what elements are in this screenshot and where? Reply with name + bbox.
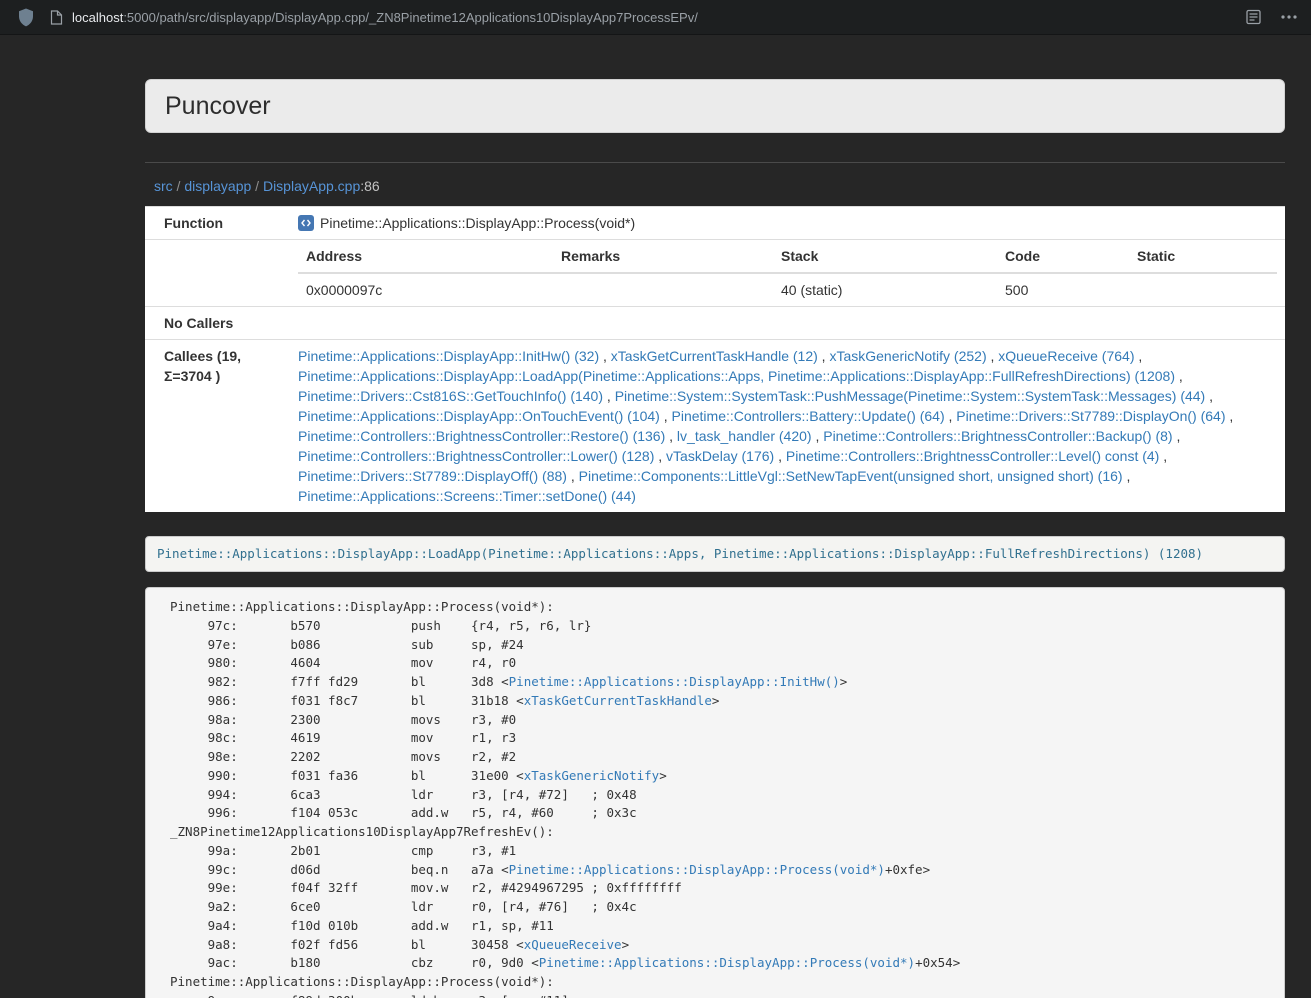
callee-link[interactable]: lv_task_handler (420) [677, 428, 812, 444]
function-icon [298, 215, 314, 231]
callee-link[interactable]: xTaskGenericNotify (252) [829, 348, 986, 364]
callee-link[interactable]: vTaskDelay (176) [666, 448, 774, 464]
app-title: Puncover [165, 91, 1265, 121]
callee-link[interactable]: Pinetime::Controllers::BrightnessControl… [298, 428, 665, 444]
metrics-cell [553, 273, 773, 306]
disassembly-symbol-link[interactable]: xQueueReceive [524, 937, 622, 952]
callee-link[interactable]: Pinetime::Applications::Screens::Timer::… [298, 488, 636, 504]
divider [145, 162, 1285, 163]
callee-link[interactable]: Pinetime::Drivers::St7789::DisplayOn() (… [956, 408, 1225, 424]
breadcrumb-separator: / [251, 178, 263, 194]
callee-link[interactable]: Pinetime::Applications::DisplayApp::OnTo… [298, 408, 660, 424]
breadcrumb: src / displayapp / DisplayApp.cpp:86 [145, 176, 1285, 196]
callee-link[interactable]: Pinetime::Controllers::Battery::Update()… [672, 408, 945, 424]
callees-row: Callees (19, Σ=3704 ) Pinetime::Applicat… [145, 340, 1285, 513]
highlighted-symbol-box: Pinetime::Applications::DisplayApp::Load… [145, 536, 1285, 572]
breadcrumb-separator: / [173, 178, 185, 194]
metrics-body: 0x0000097c 40 (static)500 [298, 273, 1277, 306]
browser-chrome: localhost:5000/path/src/displayapp/Displ… [0, 0, 1311, 35]
url-text: localhost:5000/path/src/displayapp/Displ… [72, 10, 698, 25]
function-name: Pinetime::Applications::DisplayApp::Proc… [320, 213, 635, 233]
metrics-col-static: Static [1129, 240, 1277, 273]
metrics-header-row: AddressRemarksStackCodeStatic [298, 240, 1277, 273]
callee-link[interactable]: Pinetime::Applications::DisplayApp::Init… [298, 348, 599, 364]
no-callers-cell [290, 307, 1285, 340]
no-callers-label: No Callers [145, 307, 290, 340]
shield-icon-glyph [18, 8, 34, 27]
callee-link[interactable]: xQueueReceive (764) [998, 348, 1134, 364]
address-bar[interactable]: localhost:5000/path/src/displayapp/Displ… [50, 10, 1226, 25]
function-row: Function Pinetime::Applications::Display… [145, 207, 1285, 240]
callee-link[interactable]: Pinetime::Drivers::Cst816S::GetTouchInfo… [298, 388, 603, 404]
metrics-cell: 500 [997, 273, 1129, 306]
metrics-col-remarks: Remarks [553, 240, 773, 273]
menu-dots-icon[interactable] [1281, 15, 1297, 19]
breadcrumb-line-number: :86 [360, 178, 379, 194]
callee-link[interactable]: Pinetime::Drivers::St7789::DisplayOff() … [298, 468, 567, 484]
disassembly-symbol-link[interactable]: xTaskGenericNotify [524, 768, 659, 783]
app-header: Puncover [145, 79, 1285, 133]
metrics-row-spacer [145, 240, 290, 307]
breadcrumb-link[interactable]: src [154, 178, 173, 194]
callees-label: Callees (19, Σ=3704 ) [145, 340, 290, 513]
callee-link[interactable]: Pinetime::Applications::DisplayApp::Load… [298, 368, 1175, 384]
metrics-row-wrap: AddressRemarksStackCodeStatic 0x0000097c… [145, 240, 1285, 307]
callee-link[interactable]: Pinetime::Components::LittleVgl::SetNewT… [579, 468, 1123, 484]
function-row-label: Function [145, 207, 290, 240]
page-icon [50, 10, 63, 25]
url-host: localhost [72, 10, 123, 25]
main-content: Puncover src / displayapp / DisplayApp.c… [145, 79, 1285, 998]
disassembly-symbol-link[interactable]: Pinetime::Applications::DisplayApp::Proc… [509, 862, 885, 877]
shield-icon[interactable] [18, 8, 34, 27]
highlighted-symbol-link[interactable]: Pinetime::Applications::DisplayApp::Load… [157, 546, 1203, 561]
url-path: :5000/path/src/displayapp/DisplayApp.cpp… [123, 10, 698, 25]
callee-link[interactable]: Pinetime::System::SystemTask::PushMessag… [615, 388, 1206, 404]
metrics-col-stack: Stack [773, 240, 997, 273]
metrics-cell: 40 (static) [773, 273, 997, 306]
disassembly-symbol-link[interactable]: Pinetime::Applications::DisplayApp::Proc… [539, 955, 915, 970]
metrics-cell: 0x0000097c [298, 273, 553, 306]
disassembly-pre: Pinetime::Applications::DisplayApp::Proc… [145, 587, 1285, 998]
callees-cell: Pinetime::Applications::DisplayApp::Init… [290, 340, 1285, 513]
breadcrumb-link[interactable]: DisplayApp.cpp [263, 178, 360, 194]
reader-view-icon[interactable] [1246, 9, 1261, 25]
symbol-table: Function Pinetime::Applications::Display… [145, 206, 1285, 512]
no-callers-row: No Callers [145, 307, 1285, 340]
callee-link[interactable]: Pinetime::Controllers::BrightnessControl… [298, 448, 654, 464]
callee-link[interactable]: xTaskGetCurrentTaskHandle (12) [611, 348, 818, 364]
metrics-table: AddressRemarksStackCodeStatic 0x0000097c… [298, 240, 1277, 306]
disassembly-symbol-link[interactable]: xTaskGetCurrentTaskHandle [524, 693, 712, 708]
metrics-cell [1129, 273, 1277, 306]
metrics-col-code: Code [997, 240, 1129, 273]
breadcrumb-link[interactable]: displayapp [184, 178, 251, 194]
callee-link[interactable]: Pinetime::Controllers::BrightnessControl… [786, 448, 1159, 464]
disassembly-symbol-link[interactable]: Pinetime::Applications::DisplayApp::Init… [509, 674, 840, 689]
metrics-col-address: Address [298, 240, 553, 273]
metrics-row: 0x0000097c 40 (static)500 [298, 273, 1277, 306]
function-cell: Pinetime::Applications::DisplayApp::Proc… [298, 213, 1277, 233]
callee-link[interactable]: Pinetime::Controllers::BrightnessControl… [823, 428, 1172, 444]
